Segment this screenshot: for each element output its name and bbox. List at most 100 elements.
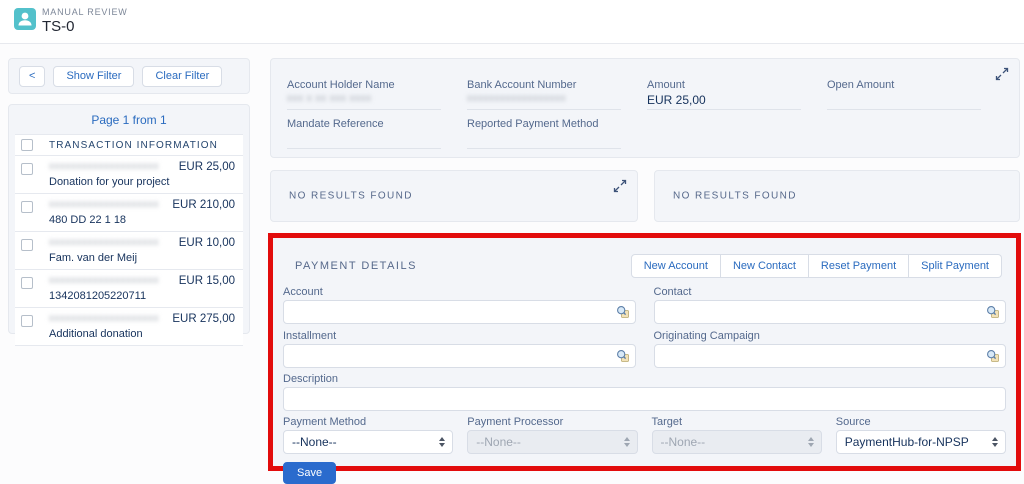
table-row: xxxxxxxxxxxxxxxxxxxx EUR 25,00 Donation … [15, 156, 243, 194]
selected-value: PaymentHub-for-NPSP [845, 435, 969, 449]
filter-toolbar: < Show Filter Clear Filter [8, 58, 250, 94]
detail-field: Bank Account Number xxxxxxxxxxxxxxxxxx [467, 79, 621, 110]
installment-field-group: Installment [283, 330, 636, 368]
detail-field: Account Holder Name xxx x xx xxx xxxx [287, 79, 441, 110]
payment-method-select[interactable]: --None-- [283, 430, 453, 454]
lookup-icon[interactable] [616, 349, 630, 363]
transaction-amount: EUR 25,00 [173, 161, 235, 173]
payment-method-label: Payment Method [283, 416, 453, 428]
row-checkbox[interactable] [21, 239, 33, 251]
transaction-reference-redacted: xxxxxxxxxxxxxxxxxxxx [49, 275, 173, 287]
row-checkbox[interactable] [21, 277, 33, 289]
transaction-reference-redacted: xxxxxxxxxxxxxxxxxxxx [49, 199, 166, 211]
originating-campaign-label: Originating Campaign [654, 330, 1007, 342]
select-stepper-icon [992, 437, 998, 447]
detail-field: Amount EUR 25,00 [647, 79, 801, 110]
field-label: Bank Account Number [467, 79, 621, 91]
expand-icon[interactable] [613, 179, 627, 193]
installment-lookup-input[interactable] [283, 344, 636, 368]
row-checkbox[interactable] [21, 315, 33, 327]
lookup-icon[interactable] [986, 305, 1000, 319]
transaction-list-panel: Page 1 from 1 TRANSACTION INFORMATION xx… [8, 104, 250, 334]
description-field-group: Description [283, 373, 1006, 411]
show-filter-button[interactable]: Show Filter [53, 66, 134, 87]
target-field-group: Target --None-- [652, 416, 822, 454]
record-type-label: MANUAL REVIEW [42, 7, 128, 17]
contact-lookup-input[interactable] [654, 300, 1007, 324]
save-button[interactable]: Save [283, 462, 336, 484]
clear-filter-button[interactable]: Clear Filter [142, 66, 222, 87]
page-header: MANUAL REVIEW TS-0 [0, 0, 1024, 44]
collapse-panel-button[interactable]: < [19, 66, 45, 87]
field-value [827, 93, 981, 110]
lookup-icon[interactable] [986, 349, 1000, 363]
payment-processor-select: --None-- [467, 430, 637, 454]
transaction-column-header: TRANSACTION INFORMATION [49, 140, 237, 151]
transaction-table-header: TRANSACTION INFORMATION [15, 135, 243, 156]
field-label: Amount [647, 79, 801, 91]
pagination-label: Page 1 from 1 [9, 105, 249, 134]
detail-field: Open Amount [827, 79, 981, 110]
transaction-reference-redacted: xxxxxxxxxxxxxxxxxxxx [49, 313, 166, 325]
lookup-icon[interactable] [616, 305, 630, 319]
transaction-description: 1342081205220711 [49, 290, 173, 302]
account-field-group: Account [283, 286, 636, 324]
payment-actions-group: New Account New Contact Reset Payment Sp… [631, 254, 1002, 278]
source-field-group: Source PaymentHub-for-NPSP [836, 416, 1006, 454]
payment-details-title: PAYMENT DETAILS [295, 260, 417, 272]
select-stepper-icon [439, 437, 445, 447]
installment-label: Installment [283, 330, 636, 342]
transaction-description: Donation for your project [49, 176, 173, 188]
row-checkbox[interactable] [21, 201, 33, 213]
description-input[interactable] [283, 387, 1006, 411]
selected-value: --None-- [476, 435, 521, 449]
contact-field-group: Contact [654, 286, 1007, 324]
target-label: Target [652, 416, 822, 428]
source-select[interactable]: PaymentHub-for-NPSP [836, 430, 1006, 454]
target-select: --None-- [652, 430, 822, 454]
payment-details-panel: PAYMENT DETAILS New Account New Contact … [273, 238, 1016, 466]
detail-field-grid: Account Holder Name xxx x xx xxx xxxx Ba… [271, 59, 1019, 149]
table-row: xxxxxxxxxxxxxxxxxxxx EUR 10,00 Fam. van … [15, 232, 243, 270]
reset-payment-button[interactable]: Reset Payment [809, 254, 909, 278]
transaction-amount: EUR 210,00 [166, 199, 235, 211]
main-content: < Show Filter Clear Filter Page 1 from 1… [0, 44, 1024, 480]
field-label: Open Amount [827, 79, 981, 91]
field-label: Account Holder Name [287, 79, 441, 91]
no-results-message: NO RESULTS FOUND [673, 191, 797, 202]
table-row: xxxxxxxxxxxxxxxxxxxx EUR 210,00 480 DD 2… [15, 194, 243, 232]
field-label: Mandate Reference [287, 118, 441, 130]
field-value-redacted: xxx x xx xxx xxxx [287, 93, 372, 104]
selected-value: --None-- [292, 435, 337, 449]
results-panel-right: NO RESULTS FOUND [654, 170, 1020, 222]
new-contact-button[interactable]: New Contact [721, 254, 809, 278]
originating-campaign-field-group: Originating Campaign [654, 330, 1007, 368]
expand-icon[interactable] [995, 67, 1009, 81]
transaction-description: Fam. van der Meij [49, 252, 173, 264]
field-value-redacted: xxxxxxxxxxxxxxxxxx [467, 93, 566, 104]
account-lookup-input[interactable] [283, 300, 636, 324]
transaction-detail-panel: Account Holder Name xxx x xx xxx xxxx Ba… [270, 58, 1020, 158]
transaction-description: 480 DD 22 1 18 [49, 214, 166, 226]
selected-value: --None-- [661, 435, 706, 449]
source-label: Source [836, 416, 1006, 428]
transaction-reference-redacted: xxxxxxxxxxxxxxxxxxxx [49, 237, 173, 249]
annotation-highlight-box: PAYMENT DETAILS New Account New Contact … [268, 233, 1021, 471]
originating-campaign-lookup-input[interactable] [654, 344, 1007, 368]
contact-label: Contact [654, 286, 1007, 298]
detail-field: Mandate Reference [287, 118, 441, 149]
payment-processor-label: Payment Processor [467, 416, 637, 428]
transaction-amount: EUR 10,00 [173, 237, 235, 249]
split-payment-button[interactable]: Split Payment [909, 254, 1002, 278]
row-checkbox[interactable] [21, 163, 33, 175]
field-value [287, 132, 441, 149]
field-value [467, 132, 621, 149]
page-title: TS-0 [42, 18, 75, 35]
new-account-button[interactable]: New Account [631, 254, 721, 278]
no-results-message: NO RESULTS FOUND [289, 191, 413, 202]
manual-review-record-icon [14, 8, 36, 30]
table-row: xxxxxxxxxxxxxxxxxxxx EUR 15,00 134208120… [15, 270, 243, 308]
select-stepper-icon [624, 437, 630, 447]
payment-method-field-group: Payment Method --None-- [283, 416, 453, 454]
select-all-checkbox[interactable] [21, 139, 33, 151]
